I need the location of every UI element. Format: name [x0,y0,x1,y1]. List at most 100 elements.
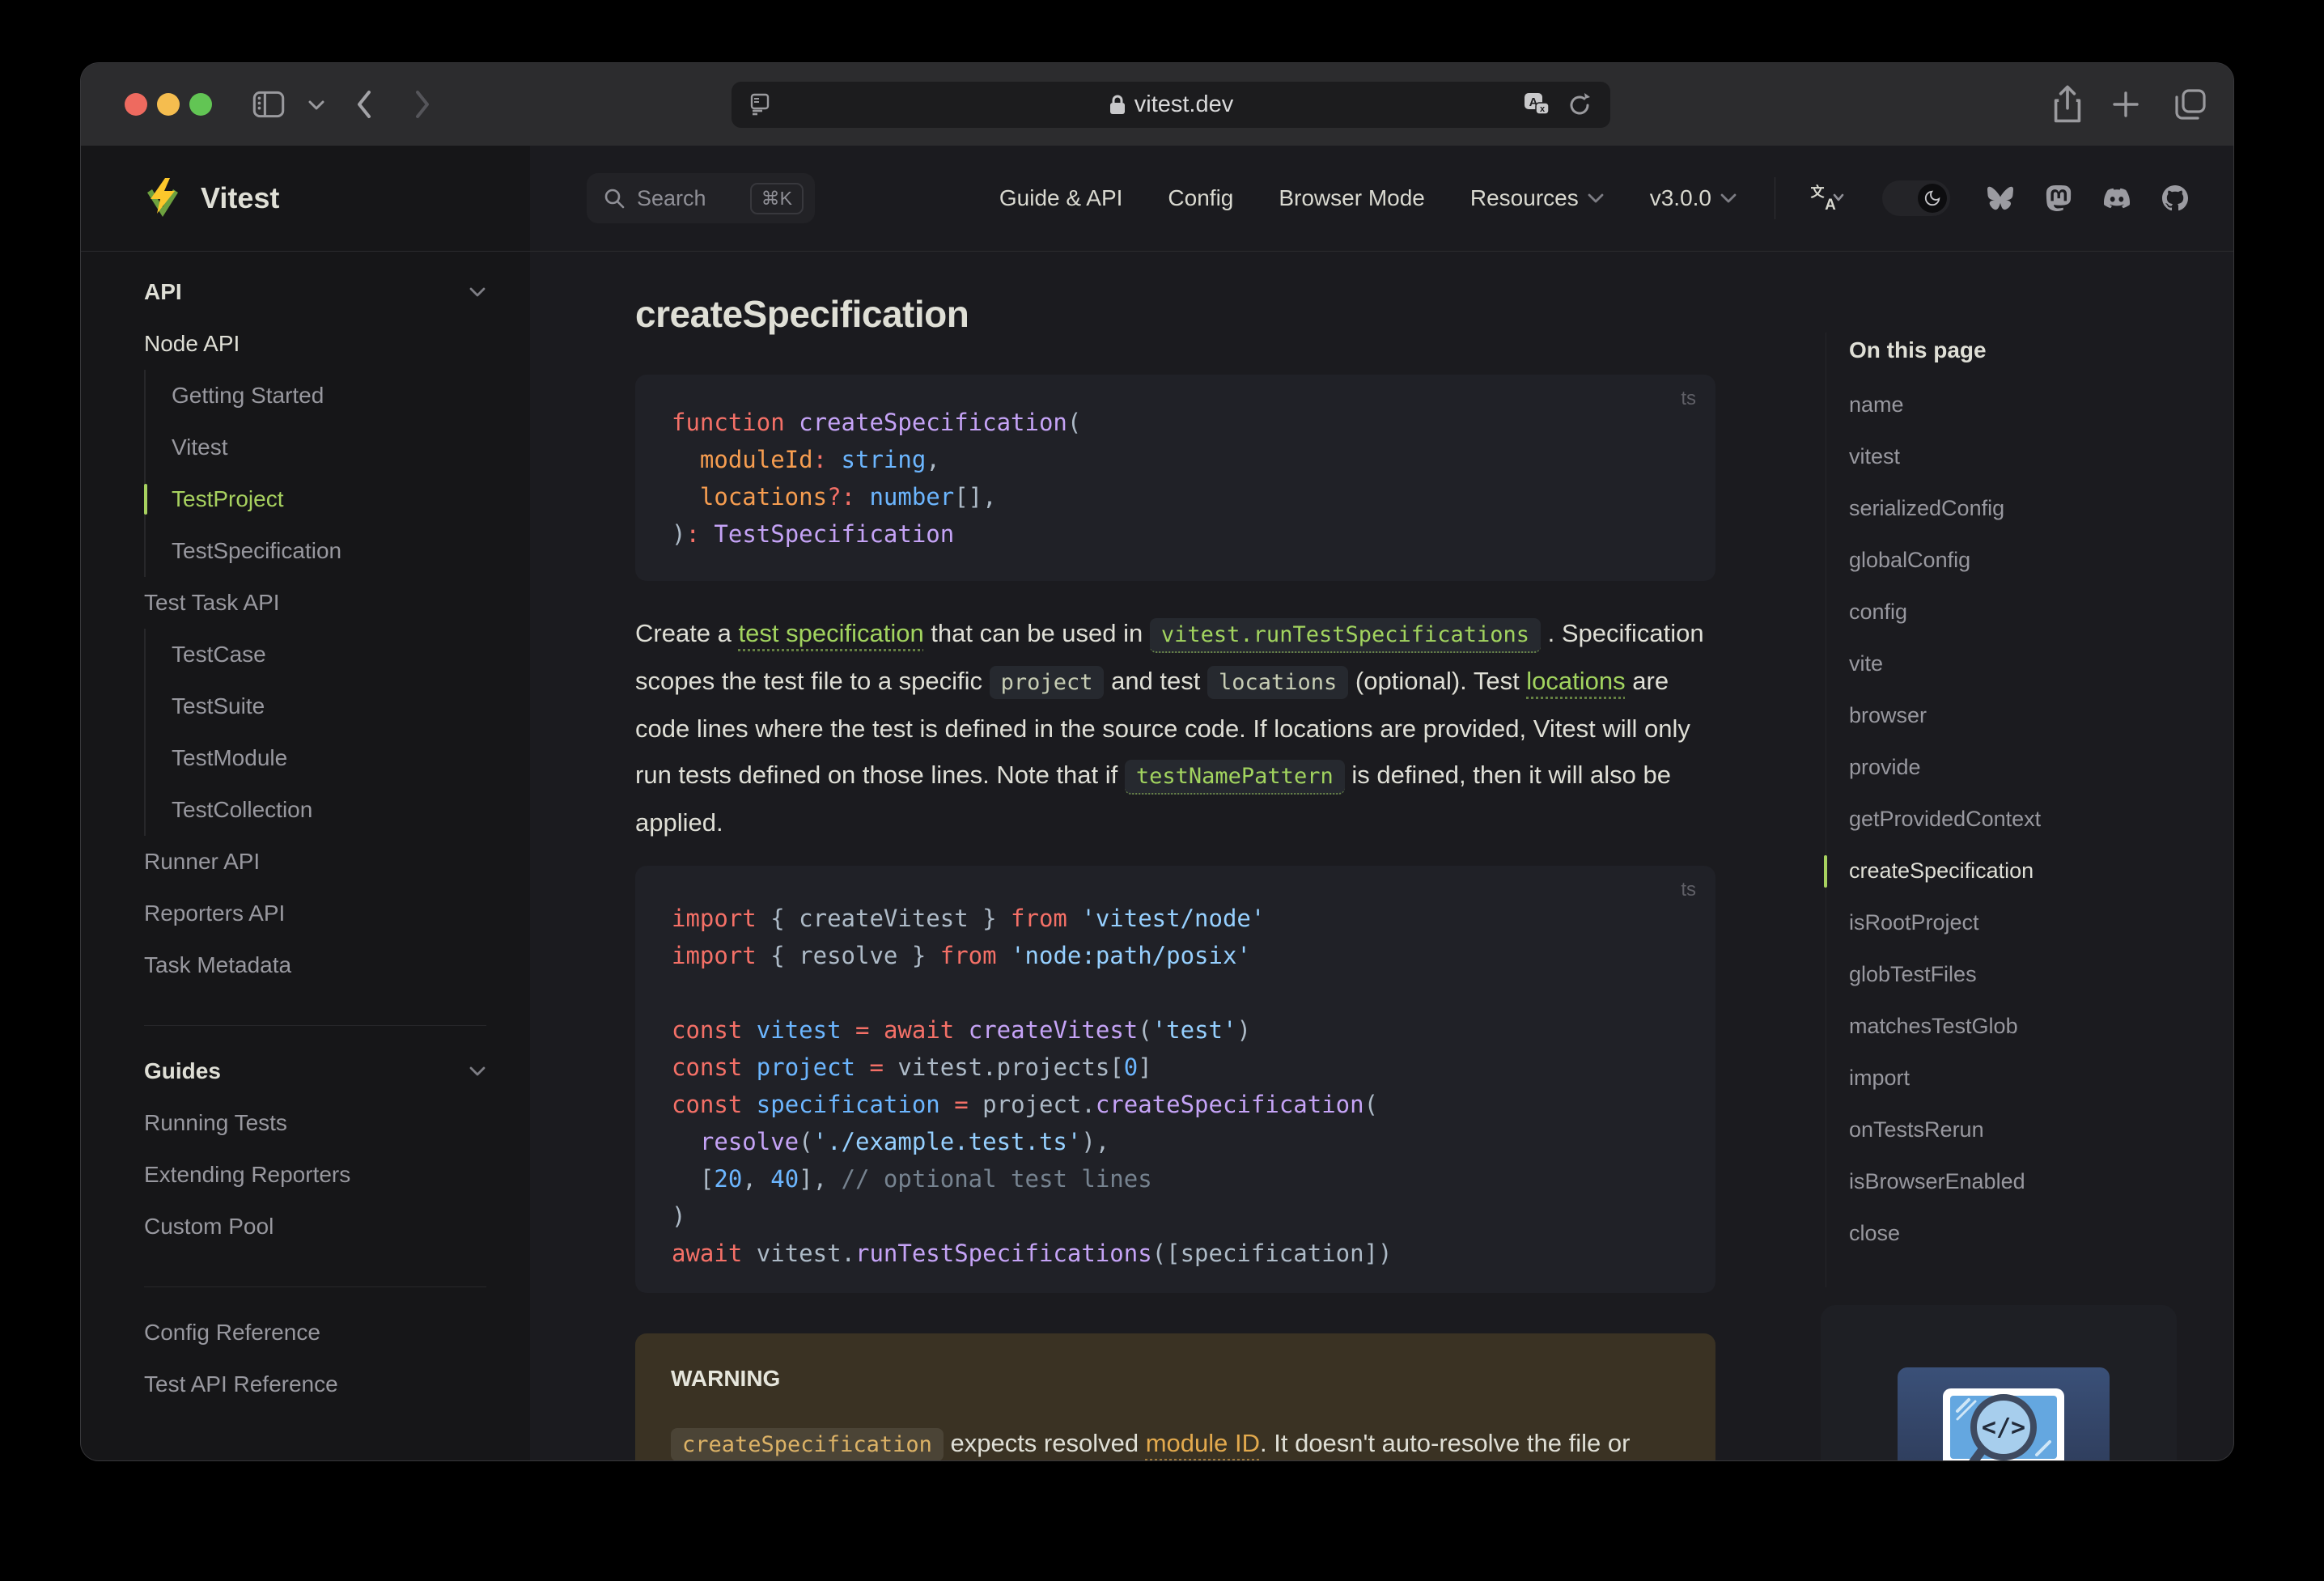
sidebar-item-api[interactable]: API [144,266,486,318]
sidebar-item-test-task-api[interactable]: Test Task API [144,577,486,629]
search-input[interactable]: Search ⌘K [587,173,815,223]
sidebar-item-testsuite[interactable]: TestSuite [172,680,486,732]
sidebar-subgroup: Getting Started Vitest TestProject TestSpec… [144,370,486,577]
toc-item-import[interactable]: import [1849,1052,2229,1104]
toc-active-marker [1824,855,1827,888]
link-run[interactable]: locations [1526,667,1625,695]
sponsor-card[interactable]: </> [1821,1305,2177,1460]
toc-item-matchestestglob[interactable]: matchesTestGlob [1849,1000,2229,1052]
sidebar-item-guides[interactable]: Guides [144,1045,486,1097]
sidebar-item-getting-started[interactable]: Getting Started [172,370,486,422]
share-icon[interactable] [2053,85,2082,124]
toc-item-globalconfig[interactable]: globalConfig [1849,534,2229,586]
nav-links: Guide & API Config Browser Mode Resources v3… [999,185,1737,211]
codelink-run[interactable]: testNamePattern [1124,760,1345,795]
toc-item-getprovidedcontext[interactable]: getProvidedContext [1849,793,2229,845]
sidebar-item-runner-api[interactable]: Runner API [144,836,486,888]
vitest-logo[interactable]: Vitest [81,146,530,251]
codelink-run[interactable]: vitest.runTestSpecifications [1149,618,1542,653]
back-button[interactable] [353,86,375,123]
sidebar-item-test-api-reference[interactable]: Test API Reference [144,1358,486,1410]
discord-icon[interactable] [2104,185,2130,211]
sidebar-item-vitest[interactable]: Vitest [172,422,486,473]
sidebar-item-testspecification[interactable]: TestSpecification [172,525,486,577]
sidebar-item-testmodule[interactable]: TestModule [172,732,486,784]
nav-link-resources[interactable]: Resources [1470,185,1605,211]
code-lang-badge: ts [1681,388,1696,409]
social-links [1987,185,2188,211]
brand-name: Vitest [201,181,280,214]
sidebar-item-node-api[interactable]: Node API [144,318,486,370]
wcode-run: createSpecification [671,1428,944,1460]
lock-icon [1109,95,1125,114]
minimize-button[interactable] [157,93,180,116]
nav-link-config[interactable]: Config [1168,185,1233,211]
toc-item-isrootproject[interactable]: isRootProject [1849,896,2229,948]
code-lines: function createSpecification( moduleId: … [672,409,1082,548]
toc-item-ontestsrerun[interactable]: onTestsRerun [1849,1104,2229,1155]
forward-button[interactable] [411,86,434,123]
nav-link-v3-0-0[interactable]: v3.0.0 [1650,185,1737,211]
svg-text:</>: </> [1982,1414,2025,1442]
code-block-signature[interactable]: ts function createSpecification( moduleI… [635,375,1715,581]
toc-item-browser[interactable]: browser [1849,689,2229,741]
text-run: that can be used in [923,619,1150,647]
toc-item-close[interactable]: close [1849,1207,2229,1259]
toc-item-name[interactable]: name [1849,379,2229,430]
close-button[interactable] [125,93,147,116]
code-lang-badge: ts [1681,879,1696,901]
sidebar-nav: API Node API Getting Started Vitest TestProj… [81,252,530,1460]
wlink-run[interactable]: module ID [1146,1429,1260,1457]
sidebar-divider [144,1286,486,1287]
page-title: createSpecification [635,293,969,335]
link-run[interactable]: test specification [739,619,924,647]
url-bar[interactable]: vitest.dev A x [732,82,1610,128]
toc-item-createspecification[interactable]: createSpecification [1849,845,2229,896]
github-icon[interactable] [2162,185,2188,211]
sidebar-item-running-tests[interactable]: Running Tests [144,1097,486,1149]
browser-window: vitest.dev A x Vitest Search ⌘K Guide & … [81,63,2233,1460]
toc-item-config[interactable]: config [1849,586,2229,638]
bluesky-icon[interactable] [1987,185,2013,211]
search-placeholder: Search [637,185,706,210]
new-tab-icon[interactable] [2111,90,2140,119]
text-run: (optional). Test [1348,667,1527,695]
theme-toggle[interactable] [1882,180,1950,216]
sidebar-item-testcollection[interactable]: TestCollection [172,784,486,836]
translate-menu-icon[interactable]: 文 A [1809,182,1845,214]
sidebar-item-testcase[interactable]: TestCase [172,629,486,680]
theme-toggle-knob [1918,184,1947,213]
nav-link-browser-mode[interactable]: Browser Mode [1279,185,1425,211]
toc-item-serializedconfig[interactable]: serializedConfig [1849,482,2229,534]
toc-title: On this page [1849,337,1987,362]
toc-item-vitest[interactable]: vitest [1849,430,2229,482]
header-right: Search ⌘K Guide & API Config Browser Mode R… [530,146,2233,251]
warning-callout: WARNING createSpecification expects reso… [635,1333,1715,1460]
sidebar-divider [144,1025,486,1026]
translate-page-icon[interactable]: A x [1521,91,1550,119]
nav-link-guide-api[interactable]: Guide & API [999,185,1123,211]
code-block-example[interactable]: ts import { createVitest } from 'vitest/… [635,866,1715,1293]
toc-item-provide[interactable]: provide [1849,741,2229,793]
svg-text:文: 文 [1811,184,1826,200]
toc-item-globtestfiles[interactable]: globTestFiles [1849,948,2229,1000]
code-run: project [989,666,1105,699]
toc-item-vite[interactable]: vite [1849,638,2229,689]
toc-list: name vitest serializedConfig globalConfig co… [1849,379,2229,1259]
moon-icon [1924,190,1940,206]
sidebar-toggle-icon[interactable] [252,89,285,120]
sidebar-item-extending-reporters[interactable]: Extending Reporters [144,1149,486,1201]
sidebar-item-reporters-api[interactable]: Reporters API [144,888,486,939]
tab-overview-icon[interactable] [2173,87,2207,121]
screenshot-stage: vitest.dev A x Vitest Search ⌘K Guide & … [0,0,2324,1581]
sidebar-item-config-reference[interactable]: Config Reference [144,1307,486,1358]
mastodon-icon[interactable] [2046,185,2072,211]
sidebar-item-custom-pool[interactable]: Custom Pool [144,1201,486,1253]
sidebar-item-task-metadata[interactable]: Task Metadata [144,939,486,991]
zoom-button[interactable] [189,93,212,116]
toolbar-chevron-down-icon[interactable] [307,99,325,112]
sidebar-item-testproject[interactable]: TestProject [144,473,486,525]
reload-icon[interactable] [1567,91,1592,119]
vitest-lightning-bolt-icon [147,178,178,217]
toc-item-isbrowserenabled[interactable]: isBrowserEnabled [1849,1155,2229,1207]
